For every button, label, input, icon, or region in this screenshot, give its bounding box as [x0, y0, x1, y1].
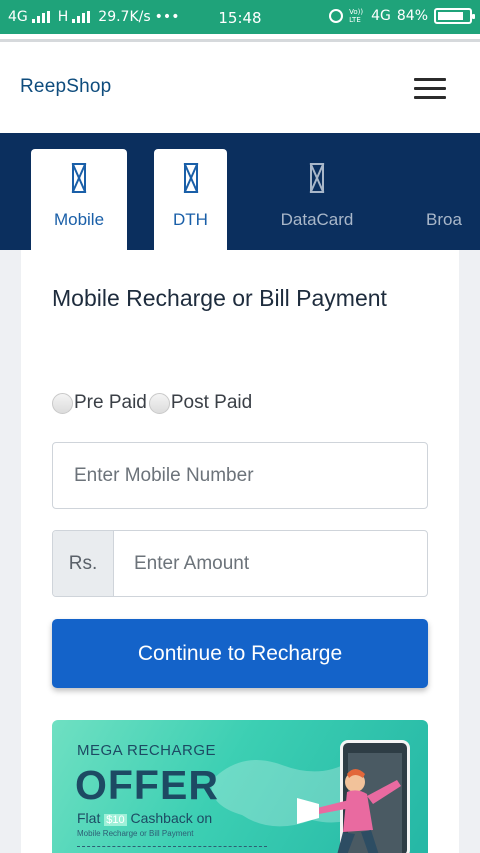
tab-label: Mobile — [53, 210, 105, 229]
recharge-card: Mobile Recharge or Bill Payment Pre Paid… — [21, 250, 459, 853]
battery-fill — [438, 12, 463, 20]
prepaid-label: Pre Paid — [74, 392, 147, 413]
flat-suffix: Cashback on — [130, 810, 213, 826]
page-title: Mobile Recharge or Bill Payment — [52, 285, 387, 311]
tab-label: DataCard — [280, 210, 354, 229]
banner-subtext: Mobile Recharge or Bill Payment — [77, 829, 194, 838]
banner-heading: MEGA RECHARGE — [77, 742, 217, 759]
menu-icon[interactable] — [414, 78, 446, 100]
datacard-icon — [310, 163, 324, 193]
tab-label: DTH — [173, 210, 208, 229]
banner-offer: OFFER — [75, 762, 219, 808]
app-header: ReepShop — [0, 42, 480, 133]
cashback-amount: $10 — [104, 814, 127, 826]
plan-type-radios: Pre Paid Post Paid — [52, 392, 254, 414]
alarm-icon — [329, 9, 344, 23]
tab-dth[interactable]: DTH — [154, 149, 227, 250]
prepaid-radio[interactable] — [52, 392, 73, 414]
amount-input[interactable] — [114, 531, 427, 596]
postpaid-option[interactable]: Post Paid — [148, 392, 253, 414]
brand-logo[interactable]: ReepShop — [20, 76, 111, 98]
battery-percent: 84% — [396, 8, 428, 24]
banner-divider — [77, 846, 267, 847]
tab-label: Broa — [426, 210, 462, 229]
tab-mobile[interactable]: Mobile — [31, 149, 127, 250]
postpaid-label: Post Paid — [170, 392, 253, 413]
currency-prefix: Rs. — [53, 531, 114, 596]
battery-icon — [434, 8, 475, 24]
tab-broadband[interactable]: Broa — [415, 149, 480, 250]
mobile-icon — [72, 163, 86, 193]
mobile-number-input[interactable] — [53, 443, 427, 508]
postpaid-radio[interactable] — [148, 392, 170, 414]
amount-field: Rs. — [52, 530, 428, 597]
dth-icon — [183, 163, 198, 193]
prepaid-option[interactable]: Pre Paid — [52, 392, 147, 414]
volte-badge: Vo)) LTE — [349, 8, 364, 24]
mobile-number-field — [52, 442, 428, 509]
person-megaphone-illustration — [297, 769, 401, 853]
service-tabs: Mobile DTH DataCard Broa — [0, 133, 480, 250]
continue-recharge-button[interactable]: Continue to Recharge — [52, 619, 428, 688]
status-right: Vo)) LTE 4G 84% — [329, 8, 475, 24]
banner-cashback: Flat $10 Cashback on — [77, 810, 212, 826]
tab-datacard[interactable]: DataCard — [261, 149, 373, 250]
status-bar: 4G H 29.7K/s ••• 15:48 Vo)) LTE 4G 84% — [0, 0, 480, 34]
network-type-3: 4G — [371, 8, 391, 24]
flat-prefix: Flat — [77, 810, 101, 826]
promo-banner[interactable]: MEGA RECHARGE OFFER Flat $10 Cashback on… — [52, 720, 428, 853]
